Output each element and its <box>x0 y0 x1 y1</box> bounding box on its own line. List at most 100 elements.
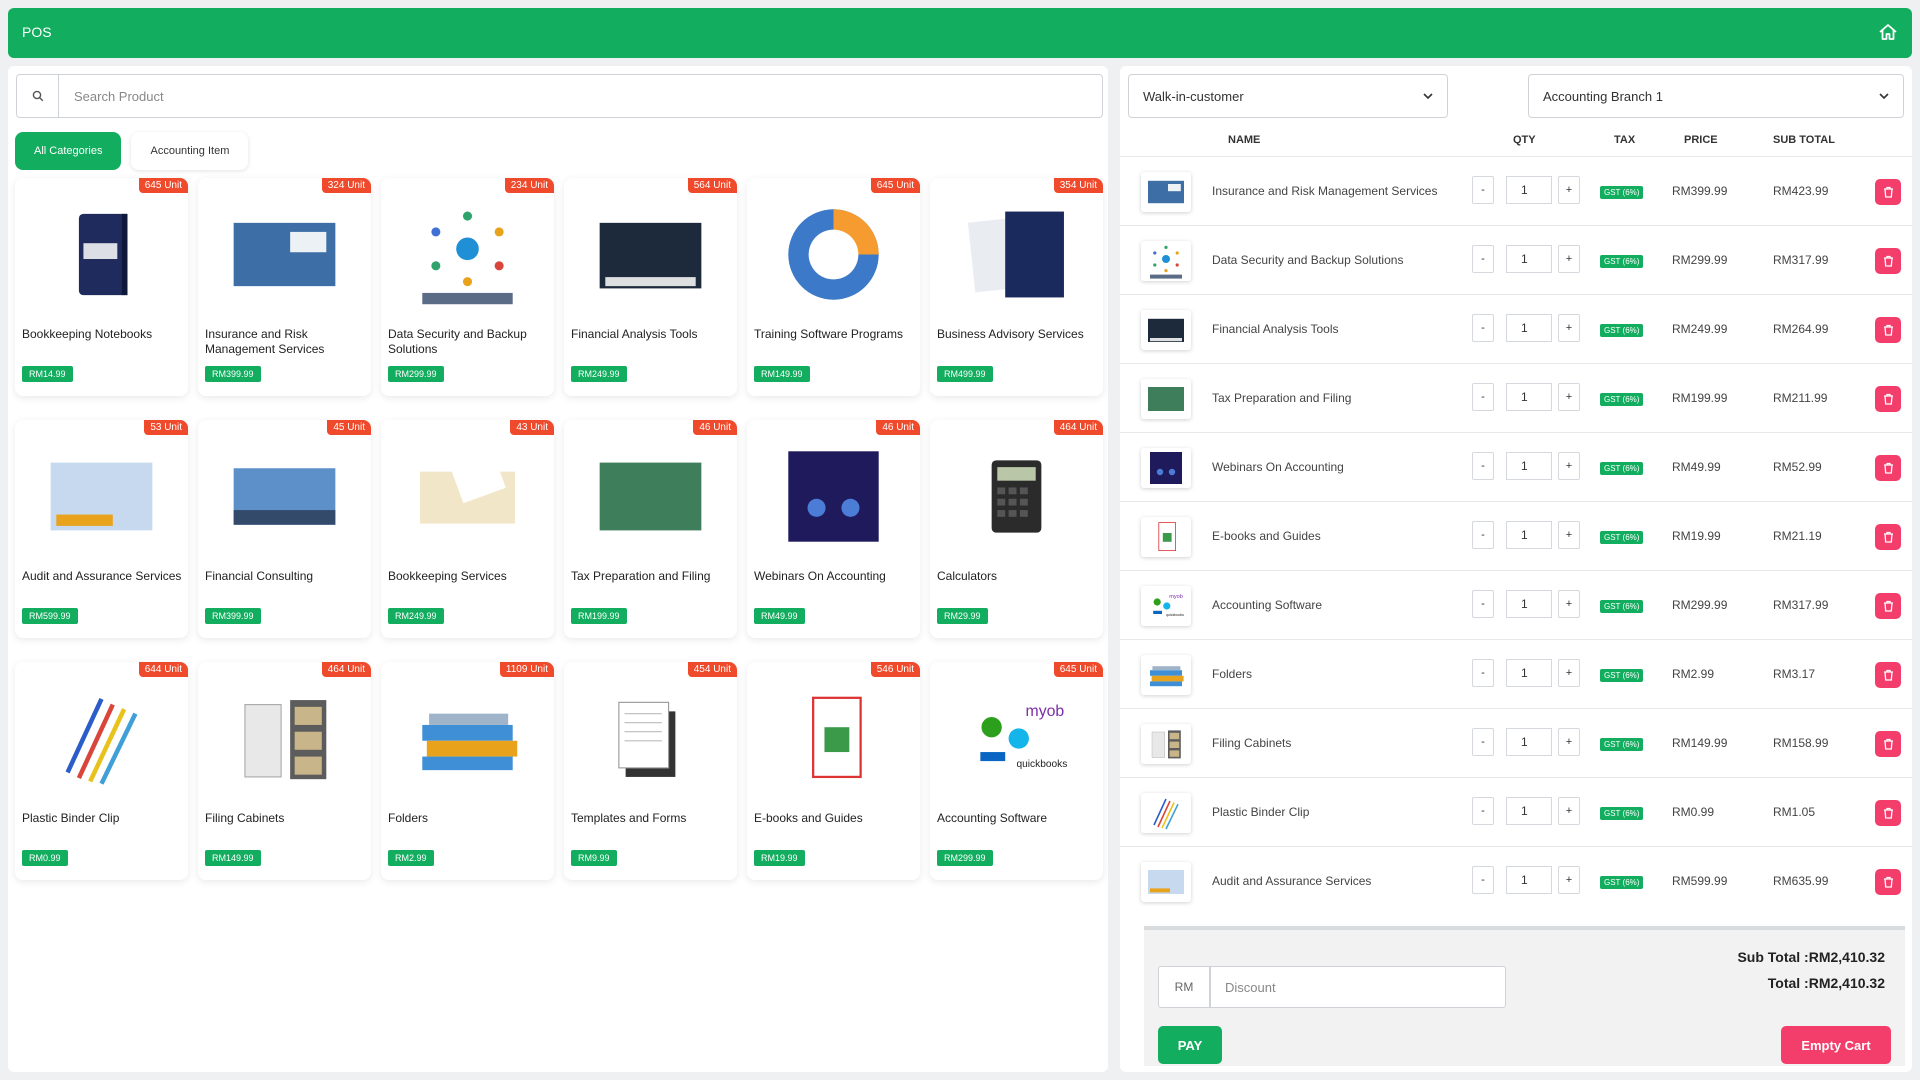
customer-select[interactable]: Walk-in-customer <box>1128 74 1448 118</box>
increment-button[interactable]: + <box>1558 383 1580 411</box>
trash-icon <box>1883 669 1893 681</box>
price-badge: RM199.99 <box>571 608 627 624</box>
delete-button[interactable] <box>1875 317 1901 343</box>
home-icon[interactable] <box>1878 22 1898 42</box>
increment-button[interactable]: + <box>1558 521 1580 549</box>
delete-button[interactable] <box>1875 662 1901 688</box>
product-card[interactable]: 645 Unit myob quickbooks Accounting Softw… <box>930 662 1103 880</box>
quantity-input[interactable]: 1 <box>1506 383 1552 411</box>
delete-button[interactable] <box>1875 524 1901 550</box>
discount-input[interactable] <box>1210 966 1506 1008</box>
tax-icon <box>594 440 707 553</box>
quantity-input[interactable]: 1 <box>1506 314 1552 342</box>
cart-item-price: RM2.99 <box>1672 667 1715 681</box>
increment-button[interactable]: + <box>1558 176 1580 204</box>
price-badge: RM399.99 <box>205 366 261 382</box>
delete-button[interactable] <box>1875 869 1901 895</box>
quantity-input[interactable]: 1 <box>1506 797 1552 825</box>
category-all[interactable]: All Categories <box>15 132 122 170</box>
stock-badge: 46 Unit <box>693 420 737 435</box>
decrement-button[interactable]: - <box>1472 797 1494 825</box>
decrement-button[interactable]: - <box>1472 452 1494 480</box>
product-card[interactable]: 464 Unit Calculators RM29.99 <box>930 420 1103 638</box>
cart-row: Webinars On Accounting - 1 + GST (6%) RM… <box>1120 432 1912 501</box>
delete-button[interactable] <box>1875 593 1901 619</box>
pay-button[interactable]: PAY <box>1158 1026 1222 1064</box>
quantity-input[interactable]: 1 <box>1506 659 1552 687</box>
cart-item-name: Webinars On Accounting <box>1212 460 1344 474</box>
software-logos-icon: myob quickbooks <box>960 682 1073 795</box>
decrement-button[interactable]: - <box>1472 866 1494 894</box>
cart-item-subtotal: RM264.99 <box>1773 322 1829 336</box>
cart-row: Data Security and Backup Solutions - 1 +… <box>1120 225 1912 294</box>
chevron-down-icon <box>1877 89 1891 106</box>
quantity-input[interactable]: 1 <box>1506 866 1552 894</box>
product-card[interactable]: 645 Unit Training Software Programs RM14… <box>747 178 920 396</box>
product-card[interactable]: 1109 Unit Folders RM2.99 <box>381 662 554 880</box>
subtotal-text: Sub Total :RM2,410.32 <box>1737 949 1885 965</box>
cart-item-price: RM299.99 <box>1672 253 1728 267</box>
empty-cart-button[interactable]: Empty Cart <box>1781 1026 1891 1064</box>
cart-panel: Walk-in-customer Accounting Branch 1 NAM… <box>1120 66 1912 1072</box>
product-card[interactable]: 546 Unit E-books and Guides RM19.99 <box>747 662 920 880</box>
increment-button[interactable]: + <box>1558 659 1580 687</box>
cart-item-name: Filing Cabinets <box>1212 736 1292 750</box>
quantity-input[interactable]: 1 <box>1506 176 1552 204</box>
delete-button[interactable] <box>1875 455 1901 481</box>
product-card[interactable]: 645 Unit Bookkeeping Notebooks RM14.99 <box>15 178 188 396</box>
stock-badge: 1109 Unit <box>499 662 554 677</box>
trash-icon <box>1883 807 1893 819</box>
cart-row: Financial Analysis Tools - 1 + GST (6%) … <box>1120 294 1912 363</box>
increment-button[interactable]: + <box>1558 452 1580 480</box>
binder-clip-icon <box>1141 793 1191 833</box>
product-card[interactable]: 464 Unit Filing Cabinets RM149.99 <box>198 662 371 880</box>
cart-item-price: RM0.99 <box>1672 805 1715 819</box>
delete-button[interactable] <box>1875 179 1901 205</box>
product-card[interactable]: 324 Unit Insurance and Risk Management S… <box>198 178 371 396</box>
product-card[interactable]: 43 Unit Bookkeeping Services RM249.99 <box>381 420 554 638</box>
decrement-button[interactable]: - <box>1472 383 1494 411</box>
product-card[interactable]: 53 Unit Audit and Assurance Services RM5… <box>15 420 188 638</box>
quantity-input[interactable]: 1 <box>1506 590 1552 618</box>
quantity-input[interactable]: 1 <box>1506 245 1552 273</box>
decrement-button[interactable]: - <box>1472 245 1494 273</box>
decrement-button[interactable]: - <box>1472 728 1494 756</box>
product-card[interactable]: 354 Unit Business Advisory Services RM49… <box>930 178 1103 396</box>
decrement-button[interactable]: - <box>1472 314 1494 342</box>
branch-select-value: Accounting Branch 1 <box>1543 88 1663 104</box>
cart-item-name: Financial Analysis Tools <box>1212 322 1339 336</box>
increment-button[interactable]: + <box>1558 728 1580 756</box>
quantity-input[interactable]: 1 <box>1506 521 1552 549</box>
decrement-button[interactable]: - <box>1472 521 1494 549</box>
product-card[interactable]: 644 Unit Plastic Binder Clip RM0.99 <box>15 662 188 880</box>
product-card[interactable]: 564 Unit Financial Analysis Tools RM249.… <box>564 178 737 396</box>
cart-item-name: Insurance and Risk Management Services <box>1212 184 1438 198</box>
increment-button[interactable]: + <box>1558 866 1580 894</box>
category-accounting-item[interactable]: Accounting Item <box>131 132 249 170</box>
increment-button[interactable]: + <box>1558 590 1580 618</box>
product-name: Folders <box>388 811 429 825</box>
product-card[interactable]: 234 Unit Data Security and Backup Soluti… <box>381 178 554 396</box>
product-card[interactable]: 46 Unit Tax Preparation and Filing RM199… <box>564 420 737 638</box>
decrement-button[interactable]: - <box>1472 659 1494 687</box>
stock-badge: 43 Unit <box>510 420 554 435</box>
branch-select[interactable]: Accounting Branch 1 <box>1528 74 1904 118</box>
delete-button[interactable] <box>1875 731 1901 757</box>
product-card[interactable]: 454 Unit Templates and Forms RM9.99 <box>564 662 737 880</box>
cart-row: Tax Preparation and Filing - 1 + GST (6%… <box>1120 363 1912 432</box>
delete-button[interactable] <box>1875 800 1901 826</box>
tax-badge: GST (6%) <box>1600 807 1644 820</box>
decrement-button[interactable]: - <box>1472 176 1494 204</box>
search-input[interactable] <box>60 75 1100 117</box>
delete-button[interactable] <box>1875 248 1901 274</box>
quantity-input[interactable]: 1 <box>1506 728 1552 756</box>
increment-button[interactable]: + <box>1558 797 1580 825</box>
increment-button[interactable]: + <box>1558 314 1580 342</box>
price-badge: RM599.99 <box>22 608 78 624</box>
product-card[interactable]: 46 Unit Webinars On Accounting RM49.99 <box>747 420 920 638</box>
delete-button[interactable] <box>1875 386 1901 412</box>
decrement-button[interactable]: - <box>1472 590 1494 618</box>
increment-button[interactable]: + <box>1558 245 1580 273</box>
quantity-input[interactable]: 1 <box>1506 452 1552 480</box>
product-card[interactable]: 45 Unit Financial Consulting RM399.99 <box>198 420 371 638</box>
